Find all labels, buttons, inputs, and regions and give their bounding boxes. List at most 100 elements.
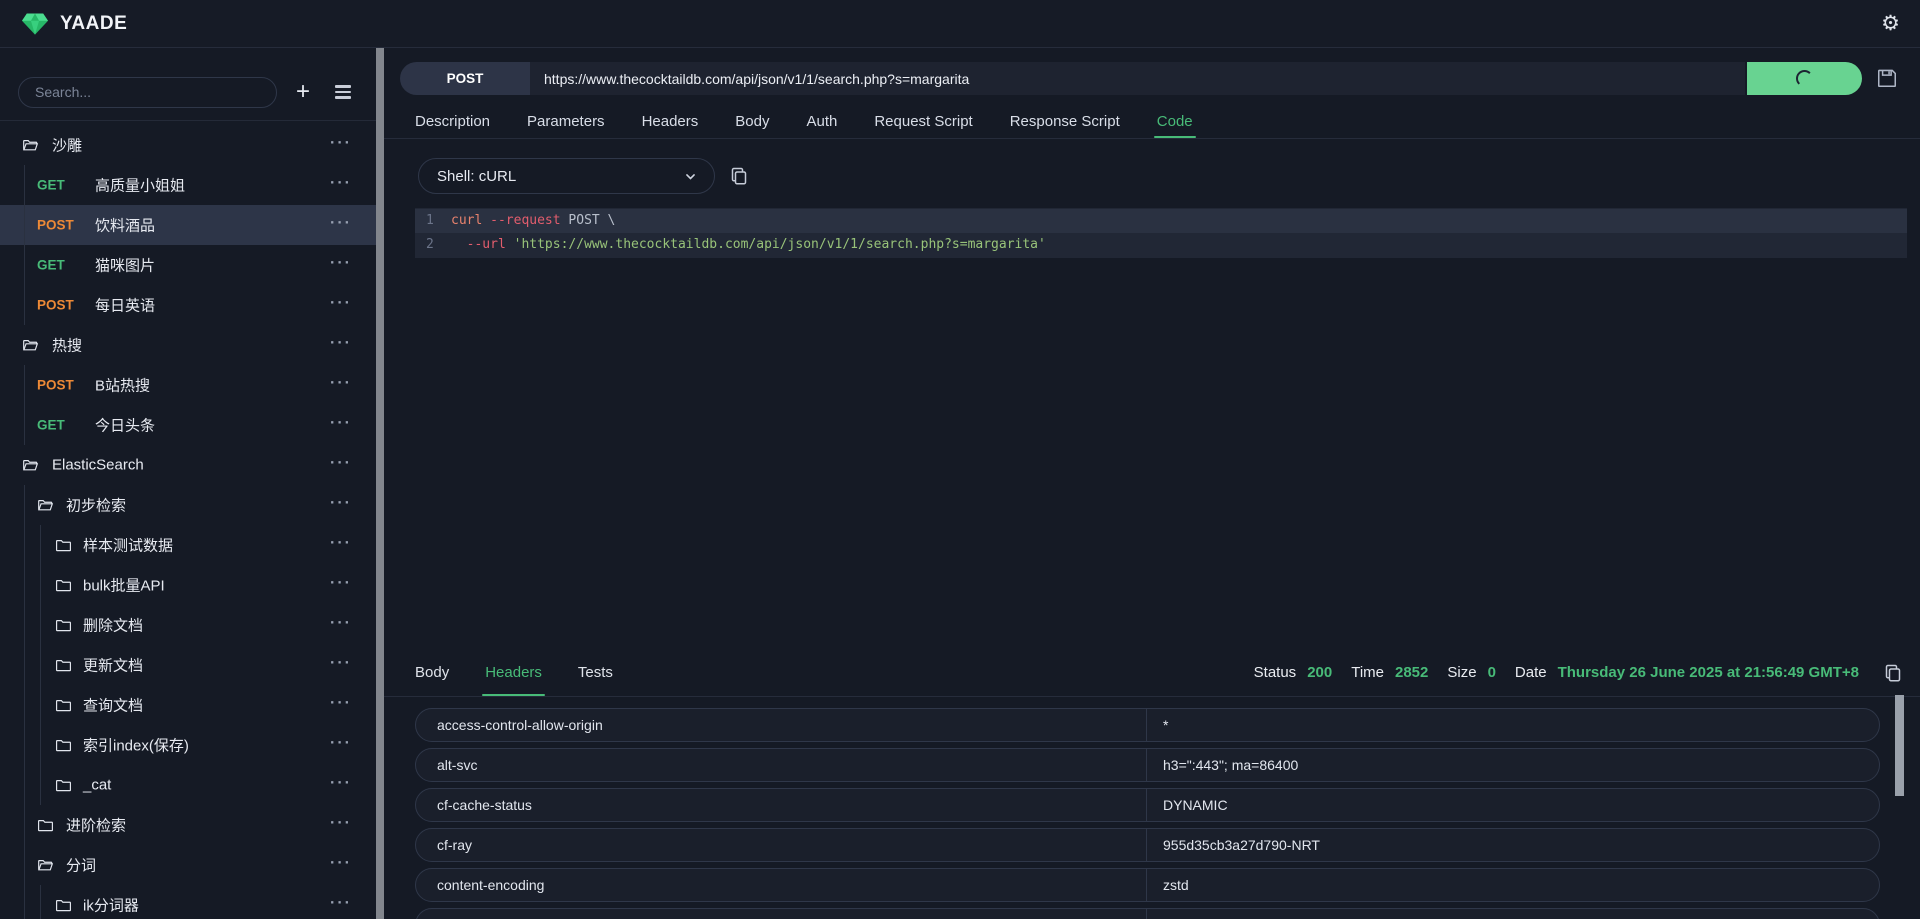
app-title: YAADE bbox=[60, 13, 127, 35]
code-line: 1curl --request POST \ bbox=[415, 209, 1907, 233]
sidebar-item-label: 每日英语 bbox=[95, 295, 155, 316]
save-icon[interactable] bbox=[1876, 67, 1898, 89]
tab-description[interactable]: Description bbox=[415, 104, 490, 138]
meta-value: 2852 bbox=[1395, 664, 1428, 681]
response-scrollbar[interactable] bbox=[1895, 695, 1904, 796]
request-method-label: GET bbox=[37, 258, 65, 273]
more-icon[interactable]: ··· bbox=[330, 775, 352, 793]
sidebar-item-folder[interactable]: bulk批量API··· bbox=[0, 565, 376, 605]
sidebar-item-folder[interactable]: 沙雕 ··· bbox=[0, 125, 376, 165]
more-icon[interactable]: ··· bbox=[330, 495, 352, 513]
method-select[interactable]: POST bbox=[400, 62, 530, 95]
url-input[interactable] bbox=[530, 62, 1745, 95]
sidebar-item-label: 沙雕 bbox=[52, 135, 82, 156]
response-meta-time: Time 2852 bbox=[1351, 664, 1428, 681]
spinner-icon bbox=[1796, 70, 1813, 87]
indent-guide bbox=[24, 525, 25, 565]
more-icon[interactable]: ··· bbox=[330, 255, 352, 273]
header-key-cell: content-encoding bbox=[416, 869, 1146, 901]
table-row: content-encodingzstd bbox=[415, 868, 1880, 902]
more-icon[interactable]: ··· bbox=[330, 375, 352, 393]
header-value-cell: h3=":443"; ma=86400 bbox=[1146, 749, 1879, 781]
tab-auth[interactable]: Auth bbox=[806, 104, 837, 138]
header-value-cell bbox=[1146, 909, 1879, 919]
sidebar-item-folder[interactable]: 样本测试数据··· bbox=[0, 525, 376, 565]
more-icon[interactable]: ··· bbox=[330, 215, 352, 233]
panel-resize-handle[interactable] bbox=[376, 48, 384, 919]
indent-guide bbox=[40, 525, 41, 565]
copy-code-icon[interactable] bbox=[729, 166, 749, 186]
sidebar-item-folder[interactable]: 查询文档··· bbox=[0, 685, 376, 725]
tab-headers[interactable]: Headers bbox=[642, 104, 699, 138]
sidebar-item-folder[interactable]: 更新文档··· bbox=[0, 645, 376, 685]
folder-open-icon bbox=[37, 857, 54, 874]
language-select[interactable]: Shell: cURL bbox=[418, 158, 715, 194]
sidebar-item-folder[interactable]: 进阶检索··· bbox=[0, 805, 376, 845]
response-tab-body[interactable]: Body bbox=[415, 649, 449, 696]
menu-icon[interactable] bbox=[335, 85, 351, 99]
sidebar-item-folder[interactable]: ik分词器··· bbox=[0, 885, 376, 919]
chevron-down-icon bbox=[683, 169, 698, 184]
more-icon[interactable]: ··· bbox=[330, 575, 352, 593]
indent-guide bbox=[24, 245, 25, 285]
more-icon[interactable]: ··· bbox=[330, 455, 352, 473]
sidebar-item-folder[interactable]: 删除文档··· bbox=[0, 605, 376, 645]
indent-guide bbox=[24, 885, 25, 919]
more-icon[interactable]: ··· bbox=[330, 815, 352, 833]
sidebar-item-request[interactable]: POST每日英语··· bbox=[0, 285, 376, 325]
tab-response-script[interactable]: Response Script bbox=[1010, 104, 1120, 138]
add-collection-button[interactable]: + bbox=[289, 78, 317, 106]
response-tab-headers[interactable]: Headers bbox=[485, 649, 542, 696]
app: YAADE ⚙ + 沙雕···GET高质量小姐姐···POST饮料酒品···GE… bbox=[0, 0, 1920, 919]
folder-icon bbox=[55, 777, 72, 794]
sidebar-item-folder[interactable]: 索引index(保存)··· bbox=[0, 725, 376, 765]
gem-icon bbox=[20, 11, 50, 37]
gear-icon[interactable]: ⚙ bbox=[1881, 13, 1900, 34]
sidebar-item-folder[interactable]: 初步检索··· bbox=[0, 485, 376, 525]
indent-guide bbox=[24, 485, 25, 525]
sidebar-item-folder[interactable]: ElasticSearch ··· bbox=[0, 445, 376, 485]
more-icon[interactable]: ··· bbox=[330, 895, 352, 913]
sidebar-item-folder[interactable]: 热搜··· bbox=[0, 325, 376, 365]
more-icon[interactable]: ··· bbox=[330, 735, 352, 753]
sidebar-item-folder[interactable]: _cat··· bbox=[0, 765, 376, 805]
response-tab-tests[interactable]: Tests bbox=[578, 649, 613, 696]
tab-request-script[interactable]: Request Script bbox=[874, 104, 972, 138]
sidebar-item-label: ElasticSearch bbox=[52, 457, 144, 474]
more-icon[interactable]: ··· bbox=[330, 415, 352, 433]
sidebar-item-request[interactable]: POSTB站热搜··· bbox=[0, 365, 376, 405]
indent-guide bbox=[24, 205, 25, 245]
sidebar-item-request[interactable]: GET猫咪图片··· bbox=[0, 245, 376, 285]
code-editor[interactable]: 1curl --request POST \2 --url 'https://w… bbox=[415, 208, 1907, 258]
table-row: access-control-allow-origin* bbox=[415, 708, 1880, 742]
more-icon[interactable]: ··· bbox=[330, 135, 352, 153]
indent-guide bbox=[40, 765, 41, 805]
search-input[interactable] bbox=[18, 77, 277, 108]
more-icon[interactable]: ··· bbox=[330, 335, 352, 353]
copy-response-icon[interactable] bbox=[1883, 663, 1903, 683]
sidebar-item-request[interactable]: GET今日头条··· bbox=[0, 405, 376, 445]
request-tabs: Description Parameters Headers Body Auth Requ… bbox=[384, 104, 1920, 139]
send-button[interactable] bbox=[1747, 62, 1862, 95]
tab-code[interactable]: Code bbox=[1157, 104, 1193, 138]
tab-parameters[interactable]: Parameters bbox=[527, 104, 605, 138]
indent-guide bbox=[24, 765, 25, 805]
sidebar-item-request[interactable]: GET高质量小姐姐··· bbox=[0, 165, 376, 205]
indent-guide bbox=[24, 805, 25, 845]
more-icon[interactable]: ··· bbox=[330, 855, 352, 873]
line-number: 1 bbox=[415, 209, 451, 233]
sidebar-item-folder[interactable]: 分词··· bbox=[0, 845, 376, 885]
meta-label: Time bbox=[1351, 664, 1384, 681]
main-panel: POST Description Parameters Headers Body Aut… bbox=[384, 48, 1920, 919]
sidebar-item-request[interactable]: POST饮料酒品··· bbox=[0, 205, 376, 245]
indent-guide bbox=[24, 565, 25, 605]
more-icon[interactable]: ··· bbox=[330, 295, 352, 313]
request-method-label: POST bbox=[37, 218, 74, 233]
more-icon[interactable]: ··· bbox=[330, 535, 352, 553]
header-value-cell: 955d35cb3a27d790-NRT bbox=[1146, 829, 1879, 861]
more-icon[interactable]: ··· bbox=[330, 695, 352, 713]
more-icon[interactable]: ··· bbox=[330, 175, 352, 193]
more-icon[interactable]: ··· bbox=[330, 615, 352, 633]
tab-body[interactable]: Body bbox=[735, 104, 769, 138]
more-icon[interactable]: ··· bbox=[330, 655, 352, 673]
